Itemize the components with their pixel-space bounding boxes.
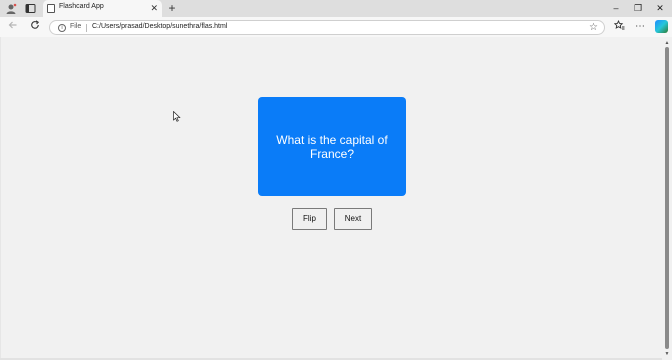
tab-close-icon[interactable]: ✕ — [150, 2, 158, 14]
flashcard[interactable]: What is the capital of France? — [258, 97, 406, 196]
page-viewport — [0, 37, 662, 358]
restore-button[interactable]: ❐ — [627, 0, 649, 17]
more-icon[interactable]: ⋯ — [633, 20, 647, 34]
address-bar[interactable]: i File C:/Users/prasad/Desktop/sunethra/… — [49, 20, 605, 35]
scroll-up-icon[interactable]: ▲ — [664, 40, 670, 46]
info-icon[interactable]: i — [58, 24, 66, 32]
next-button[interactable]: Next — [334, 208, 372, 230]
page-icon — [47, 4, 55, 13]
address-separator — [86, 24, 87, 32]
browser-toolbar: i File C:/Users/prasad/Desktop/sunethra/… — [0, 17, 672, 37]
tab-actions-icon[interactable] — [23, 2, 37, 15]
browser-tab-strip: Flashcard App ✕ + – ❐ ✕ — [0, 0, 672, 17]
flashcard-text: What is the capital of France? — [276, 132, 388, 161]
back-arrow-icon[interactable] — [6, 20, 20, 34]
star-icon[interactable]: ☆ — [589, 21, 598, 34]
scroll-down-icon[interactable]: ▼ — [664, 351, 670, 357]
mouse-cursor-icon — [173, 111, 181, 122]
scheme-label: File — [70, 23, 82, 30]
close-window-button[interactable]: ✕ — [649, 0, 671, 17]
active-tab[interactable]: Flashcard App ✕ — [43, 0, 162, 17]
minimize-button[interactable]: – — [605, 0, 627, 17]
scroll-thumb[interactable] — [665, 47, 669, 349]
vertical-scrollbar[interactable]: ▲ ▼ — [662, 37, 672, 360]
flip-button[interactable]: Flip — [292, 208, 327, 230]
url-text[interactable]: C:/Users/prasad/Desktop/sunethra/flas.ht… — [92, 23, 227, 30]
copilot-icon[interactable] — [655, 20, 668, 33]
new-tab-button[interactable]: + — [166, 1, 178, 15]
tab-title: Flashcard App — [59, 3, 104, 10]
reload-icon[interactable] — [28, 20, 42, 34]
favorites-icon[interactable] — [612, 19, 626, 34]
profile-icon[interactable] — [4, 2, 18, 15]
